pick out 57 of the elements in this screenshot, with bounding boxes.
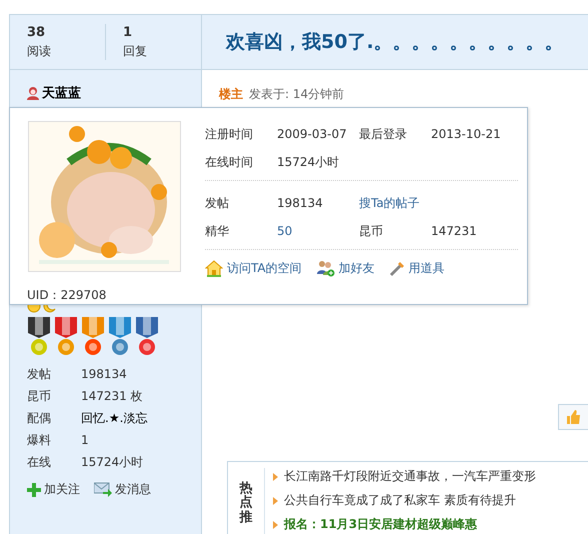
medal-icon <box>27 316 51 356</box>
post-time: 发表于: 14分钟前 <box>249 86 344 103</box>
medal-icon <box>135 316 159 356</box>
news-link[interactable]: 报名：11月3日安居建材超级巅峰惠 <box>284 516 478 533</box>
stat-value: 147231 枚 <box>81 388 144 405</box>
chevron-icon <box>273 496 278 504</box>
stat-label: 发帖 <box>27 366 52 383</box>
stat-value: 1 <box>81 432 90 449</box>
field-label: 发帖 <box>205 194 230 212</box>
home-link[interactable]: 访问TA的空间 <box>205 260 302 277</box>
user-icon <box>27 86 39 100</box>
medal-icon <box>108 316 132 356</box>
stat-label: 回复 <box>123 42 148 60</box>
field-value: 2009-03-07 <box>277 127 348 141</box>
author-tag: 楼主 <box>219 86 243 103</box>
field-value: 198134 <box>277 196 324 210</box>
message-link[interactable]: 发消息 <box>94 481 151 498</box>
user-name[interactable]: 天蓝蓝 <box>42 84 81 102</box>
news-link[interactable]: 公共自行车竟成了成了私家车 素质有待提升 <box>284 492 516 509</box>
stat-label: 配偶 <box>27 410 52 427</box>
stat-label: 阅读 <box>27 42 52 60</box>
friend-link[interactable]: 加好友 <box>316 260 375 277</box>
plus-icon <box>27 482 41 496</box>
medal-icon <box>54 316 78 356</box>
field-label: 精华 <box>205 222 230 240</box>
stat-label: 爆料 <box>27 432 52 449</box>
profile-link[interactable]: 搜Ta的帖子 <box>359 194 431 212</box>
medal-icon <box>81 316 105 356</box>
field-value: 15724小时 <box>277 154 340 170</box>
user-id: UID：229708 <box>27 287 106 304</box>
field-label: 在线时间 <box>205 154 254 170</box>
profile-link[interactable]: 50 <box>277 224 359 238</box>
field-label: 最后登录 <box>359 126 408 142</box>
stat-value: 15724小时 <box>81 454 144 471</box>
stat-count: 38 <box>27 24 46 40</box>
chevron-icon <box>273 472 278 480</box>
field-label: 昆币 <box>359 222 384 240</box>
stat-label: 昆币 <box>27 388 52 405</box>
field-label: 注册时间 <box>205 126 254 142</box>
wand-icon <box>388 260 405 276</box>
stat-value: 回忆.★.淡忘 <box>81 410 148 427</box>
news-link[interactable]: 长江南路千灯段附近交通事故，一汽车严重变形 <box>284 468 536 485</box>
follow-link[interactable]: 加关注 <box>27 481 80 498</box>
hot-title: 热点推 <box>240 482 252 527</box>
envelope-icon <box>94 482 112 497</box>
tool-link[interactable]: 用道具 <box>388 260 445 277</box>
chevron-icon <box>273 520 278 528</box>
house-icon <box>205 260 223 277</box>
field-value: 2013-10-21 <box>431 127 502 141</box>
stat-count: 1 <box>123 24 134 40</box>
thumb-icon <box>565 409 581 425</box>
thread-title: 欢喜凶，我50了.。。。。。。。。。。 <box>226 30 564 55</box>
stat-value: 198134 <box>81 366 128 383</box>
stat-label: 在线 <box>27 454 52 471</box>
people-icon <box>316 260 335 277</box>
field-value: 147231 <box>431 224 478 238</box>
like-button[interactable] <box>558 404 588 430</box>
